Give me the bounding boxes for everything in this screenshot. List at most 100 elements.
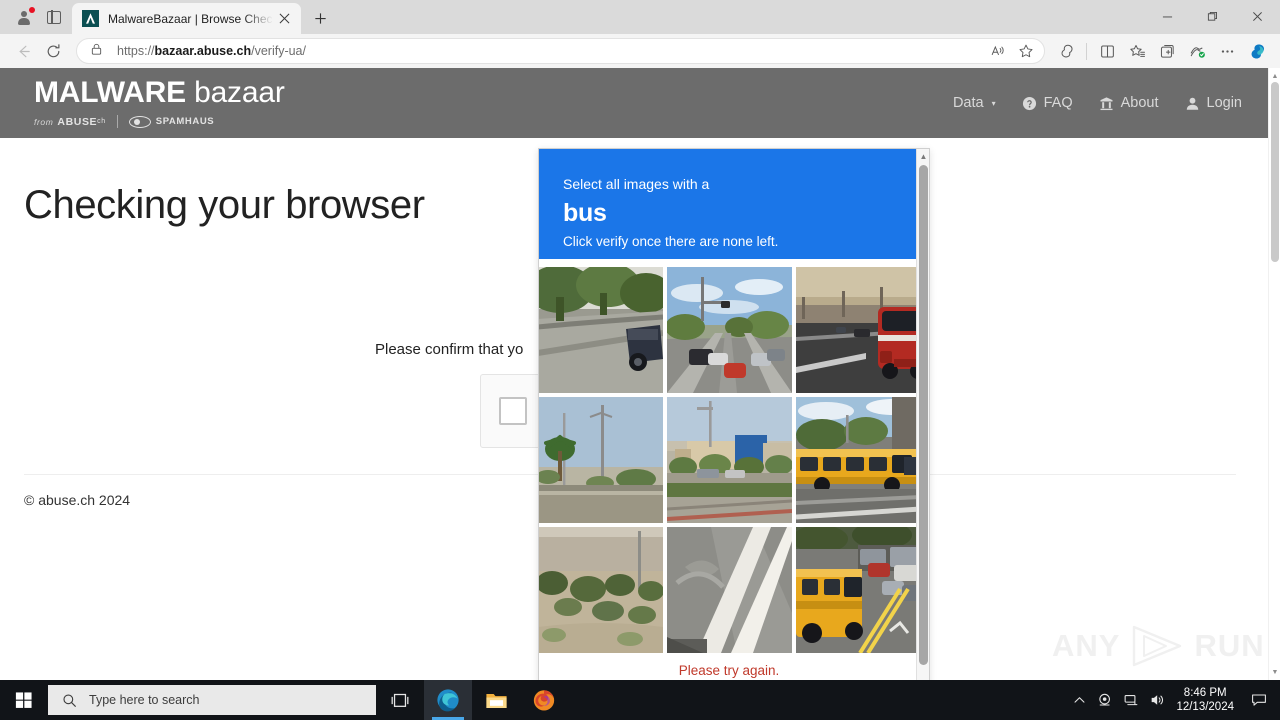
system-tray: 8:46 PM 12/13/2024: [1066, 680, 1280, 720]
anyrun-watermark: ANY RUN: [1052, 614, 1264, 678]
action-center-icon[interactable]: [1244, 680, 1274, 720]
page-scrollbar-thumb[interactable]: [1271, 82, 1279, 262]
collections-icon[interactable]: [1152, 37, 1182, 65]
captcha-tile[interactable]: [795, 397, 921, 523]
captcha-image-grid: [539, 259, 921, 653]
tab-strip-drag-area: [335, 0, 1145, 34]
nav-item-faq[interactable]: FAQ: [1022, 95, 1073, 111]
nav-item-data[interactable]: Data ▾: [953, 95, 996, 111]
spamhaus-logo: SPAMHAUS: [128, 115, 215, 128]
spamhaus-label: SPAMHAUS: [155, 116, 215, 127]
nav-label-faq: FAQ: [1043, 95, 1073, 111]
browser-window: MalwareBazaar | Browse Checkin https://b…: [0, 0, 1280, 720]
captcha-tile[interactable]: [795, 527, 921, 653]
window-controls: [1145, 0, 1280, 34]
site-nav: Data ▾ FAQ About Login: [953, 68, 1242, 138]
captcha-tile[interactable]: [666, 527, 792, 653]
profile-notification-dot: [29, 7, 35, 13]
browser-essentials-icon[interactable]: [1182, 37, 1212, 65]
lock-icon: [89, 42, 107, 60]
captcha-scrollbar-thumb[interactable]: [919, 165, 928, 665]
windows-taskbar: Type here to search 8:46 PM 12/13/2024: [0, 680, 1280, 720]
avatar-icon: [18, 10, 31, 25]
captcha-tile[interactable]: [539, 527, 663, 653]
settings-and-more-icon[interactable]: [1212, 37, 1242, 65]
nav-label-data: Data: [952, 95, 984, 111]
site-header: MALWARE bazaar from ABUSE ch SPAMHAUS Dat…: [0, 68, 1268, 138]
favorites-icon[interactable]: [1122, 37, 1152, 65]
copilot-icon[interactable]: [1242, 37, 1272, 65]
brand-abuse-sup: ch: [97, 118, 106, 125]
user-icon: [1186, 97, 1198, 110]
url-path: /verify-ua/: [251, 44, 306, 58]
captcha-target-object: bus: [563, 199, 607, 227]
tab-actions-button[interactable]: [40, 4, 68, 30]
back-button[interactable]: [8, 37, 38, 65]
browser-tab[interactable]: MalwareBazaar | Browse Checkin: [72, 3, 301, 34]
chevron-down-icon: ▾: [991, 98, 996, 108]
show-hidden-icons-button[interactable]: [1066, 680, 1092, 720]
clock-time: 8:46 PM: [1183, 687, 1227, 699]
maximize-button[interactable]: [1190, 0, 1235, 32]
brand-subtitle: from ABUSE ch SPAMHAUS: [34, 115, 285, 128]
taskbar-app-file-explorer[interactable]: [472, 680, 520, 720]
anyrun-play-icon: [1128, 623, 1186, 669]
tab-strip-left-icons: [0, 0, 72, 34]
read-aloud-icon[interactable]: [984, 39, 1012, 63]
tab-list-icon: [47, 10, 61, 24]
brand-from-label: from: [34, 116, 54, 127]
scroll-up-icon[interactable]: ▲: [1269, 70, 1280, 82]
nav-item-about[interactable]: About: [1099, 95, 1159, 111]
webcam-icon[interactable]: [1092, 680, 1118, 720]
captcha-tile[interactable]: [539, 397, 663, 523]
brand-title: MALWARE bazaar: [34, 78, 285, 108]
verify-checkbox[interactable]: [499, 397, 527, 425]
new-tab-button[interactable]: [305, 3, 335, 33]
taskbar-search-box[interactable]: Type here to search: [48, 685, 376, 715]
reload-button[interactable]: [38, 37, 68, 65]
captcha-tile[interactable]: [539, 267, 663, 393]
taskbar-app-edge[interactable]: [424, 680, 472, 720]
captcha-scroll-up-icon[interactable]: ▲: [917, 150, 929, 163]
brand-bazaar: bazaar: [194, 76, 285, 109]
volume-icon[interactable]: [1144, 680, 1170, 720]
copilot-sidebar-icon[interactable]: [1051, 37, 1081, 65]
captcha-instruction-line1: Select all images with a: [563, 176, 710, 192]
nav-label-about: About: [1120, 95, 1159, 111]
captcha-tile[interactable]: [666, 397, 792, 523]
bank-icon: [1100, 96, 1113, 110]
captcha-overlay: Select all images with a bus Click verif…: [538, 148, 930, 680]
split-screen-icon[interactable]: [1092, 37, 1122, 65]
tab-title: MalwareBazaar | Browse Checkin: [108, 11, 273, 26]
confirm-text: Please confirm that yo: [375, 341, 524, 358]
captcha-instruction-line2: Click verify once there are none left.: [563, 234, 779, 249]
site-brand: MALWARE bazaar from ABUSE ch SPAMHAUS: [34, 78, 285, 128]
address-bar[interactable]: https://bazaar.abuse.ch/verify-ua/: [76, 38, 1045, 64]
toolbar-separator: [1086, 42, 1087, 60]
taskbar-search-placeholder: Type here to search: [89, 693, 200, 707]
taskbar-clock[interactable]: 8:46 PM 12/13/2024: [1170, 686, 1244, 714]
taskbar-app-firefox[interactable]: [520, 680, 568, 720]
captcha-tile[interactable]: [666, 267, 792, 393]
add-favorite-icon[interactable]: [1012, 39, 1040, 63]
clock-date: 12/13/2024: [1176, 701, 1234, 713]
profile-button[interactable]: [10, 4, 38, 30]
page-viewport: MALWARE bazaar from ABUSE ch SPAMHAUS Dat…: [0, 68, 1280, 680]
close-button[interactable]: [1235, 0, 1280, 32]
nav-item-login[interactable]: Login: [1185, 95, 1242, 111]
search-icon: [63, 693, 76, 707]
url-domain: bazaar.abuse.ch: [154, 44, 252, 58]
captcha-scrollbar[interactable]: ▲ ▼: [916, 149, 929, 680]
tab-strip: MalwareBazaar | Browse Checkin: [0, 0, 1280, 34]
captcha-tile[interactable]: [795, 267, 921, 393]
start-button[interactable]: [0, 680, 48, 720]
address-bar-actions: [984, 39, 1040, 63]
scroll-down-icon[interactable]: ▼: [1269, 666, 1280, 678]
page-scrollbar[interactable]: ▲ ▼: [1268, 68, 1280, 680]
tab-close-icon[interactable]: [273, 8, 295, 30]
task-view-icon[interactable]: [376, 680, 424, 720]
minimize-button[interactable]: [1145, 0, 1190, 32]
captcha-content: Select all images with a bus Click verif…: [539, 149, 921, 680]
network-icon[interactable]: [1118, 680, 1144, 720]
anyrun-text-right: RUN: [1194, 628, 1265, 663]
